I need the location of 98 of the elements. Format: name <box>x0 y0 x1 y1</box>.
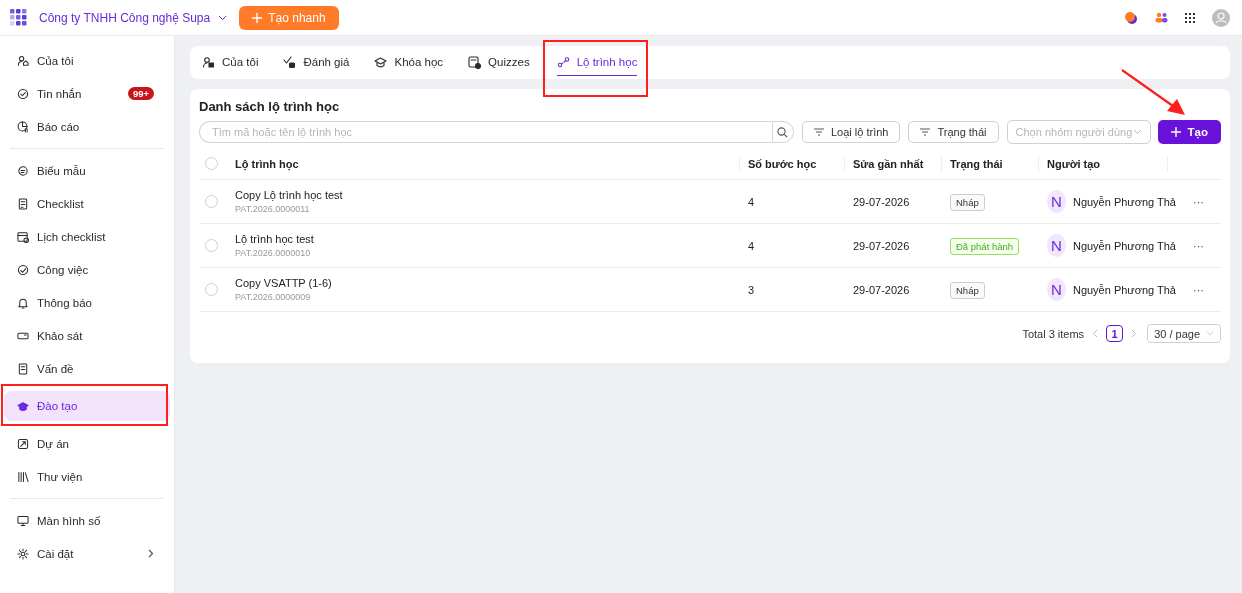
more-actions-button[interactable]: ··· <box>1193 283 1204 296</box>
list-title: Danh sách lộ trình học <box>199 99 341 114</box>
page-button[interactable]: 1 <box>1106 325 1124 342</box>
sidebar-item[interactable]: Đào tạo <box>4 391 170 421</box>
creator-name: Nguyễn Phương Thả <box>1072 195 1176 208</box>
menu-item-icon <box>17 120 29 133</box>
chat-bubble-icon[interactable] <box>1124 10 1138 25</box>
next-page-icon[interactable] <box>1131 329 1138 338</box>
sidebar-item[interactable]: Công việc <box>0 253 174 286</box>
table-cell-text: 29-07-2026 <box>853 283 911 296</box>
tab[interactable]: Quizzes <box>468 46 543 79</box>
sidebar-item[interactable]: Tin nhắn 99+ <box>0 77 174 110</box>
status-tag: Nháp <box>950 193 985 211</box>
tab-icon <box>556 55 570 69</box>
menu-item-icon <box>17 514 29 527</box>
sidebar-item[interactable]: Vấn đề <box>0 352 174 385</box>
menu-item-icon <box>17 230 29 243</box>
menu-item-icon <box>17 437 29 450</box>
menu-item-icon <box>17 296 29 309</box>
row-checkbox[interactable] <box>205 195 218 208</box>
path-name[interactable]: Copy VSATTP (1-6) <box>235 277 332 289</box>
avatar-icon[interactable] <box>1212 8 1230 27</box>
tab-icon <box>283 55 297 69</box>
avatar: N <box>1047 190 1066 213</box>
caret-down-icon <box>1206 331 1214 336</box>
column-header: Sửa gần nhất <box>844 155 950 172</box>
plus-icon <box>252 12 263 23</box>
filter-icon <box>813 128 824 136</box>
menu-item-icon <box>17 547 29 560</box>
sidebar-item[interactable]: Của tôi <box>0 44 174 77</box>
path-name[interactable]: Lộ trình học test <box>235 233 314 245</box>
column-header: Lộ trình học <box>235 157 300 170</box>
select-all-checkbox[interactable] <box>205 157 218 170</box>
tab-icon <box>468 55 482 69</box>
menu-item-icon <box>17 400 29 412</box>
path-code: PAT.2026.0000009 <box>235 292 311 302</box>
menu-item-icon <box>17 470 29 483</box>
caret-down-icon <box>218 14 228 21</box>
status-tag: Nháp <box>950 281 985 299</box>
sidebar-item[interactable]: Checklist <box>0 187 174 220</box>
page-size-select[interactable]: 30 / page <box>1147 324 1221 343</box>
menu-item-icon <box>17 263 29 276</box>
search-icon <box>777 126 789 138</box>
column-header: Số bước học <box>739 155 853 172</box>
search-field[interactable]: Tìm mã hoặc tên lộ trình học <box>199 121 772 143</box>
tab-icon <box>374 55 388 69</box>
sidebar-item[interactable]: Lịch checklist <box>0 220 174 253</box>
company-switcher[interactable]: Công ty TNHH Công nghệ Supa <box>39 10 228 25</box>
row-checkbox[interactable] <box>205 239 218 252</box>
column-header: Người tạo <box>1038 155 1176 172</box>
creator-name: Nguyễn Phương Thả <box>1072 239 1176 252</box>
path-code: PAT.2026.0000010 <box>235 248 311 258</box>
menu-item-icon <box>17 164 29 177</box>
menu-item-icon <box>17 362 29 375</box>
sidebar-item[interactable]: Màn hình số <box>0 504 174 537</box>
total-items: Total 3 items <box>1022 327 1085 340</box>
tab[interactable]: Khóa học <box>374 46 457 79</box>
avatar: N <box>1047 234 1066 257</box>
tab-icon <box>202 55 215 69</box>
users-icon[interactable] <box>1155 12 1168 23</box>
sidebar-item[interactable]: Thư viện <box>0 460 174 493</box>
tab[interactable]: Của tôi <box>202 46 272 79</box>
sidebar-item[interactable]: Biểu mẫu <box>0 154 174 187</box>
apps-grid-icon[interactable] <box>1185 12 1195 23</box>
menu-item-icon <box>17 197 29 210</box>
sidebar-item[interactable]: Dự án <box>0 427 174 460</box>
path-code: PAT.2026.0000011 <box>235 204 310 214</box>
status-tag: Đã phát hành <box>950 237 1020 255</box>
avatar: N <box>1047 278 1066 301</box>
column-header: Trạng thái <box>941 155 1047 172</box>
chevron-right-icon <box>148 549 154 558</box>
row-checkbox[interactable] <box>205 283 218 296</box>
path-name[interactable]: Copy Lộ trình học test <box>235 189 343 201</box>
creator-name: Nguyễn Phương Thả <box>1072 283 1176 296</box>
previous-page-icon[interactable] <box>1092 329 1099 338</box>
table-cell-text: 4 <box>748 195 756 208</box>
filter-icon <box>920 128 931 136</box>
table-cell-text: 4 <box>748 239 756 252</box>
plus-icon <box>1170 127 1181 137</box>
table-cell-text: 29-07-2026 <box>853 239 911 252</box>
tab[interactable]: Lộ trình học <box>556 49 638 76</box>
more-actions-button[interactable]: ··· <box>1193 195 1204 208</box>
sidebar-item[interactable]: Báo cáo <box>0 110 174 143</box>
app-logo-icon <box>10 9 27 26</box>
unread-badge: 99+ <box>127 87 154 100</box>
filter-button[interactable]: Loại lộ trình <box>801 121 901 143</box>
menu-item-icon <box>17 54 29 67</box>
caret-down-icon <box>1132 129 1142 135</box>
menu-item-icon <box>17 87 29 100</box>
sidebar-item[interactable]: Cài đặt <box>0 537 174 570</box>
sidebar-item[interactable]: Khảo sát <box>0 319 174 352</box>
table-cell-text: 29-07-2026 <box>853 195 911 208</box>
table-cell-text: 3 <box>748 283 756 296</box>
filter-button[interactable]: Trạng thái <box>908 121 999 143</box>
tab[interactable]: Đánh giá <box>283 46 363 79</box>
more-actions-button[interactable]: ··· <box>1193 239 1204 252</box>
create-button[interactable]: Tạo <box>1157 120 1221 144</box>
sidebar-item[interactable]: Thông báo <box>0 286 174 319</box>
